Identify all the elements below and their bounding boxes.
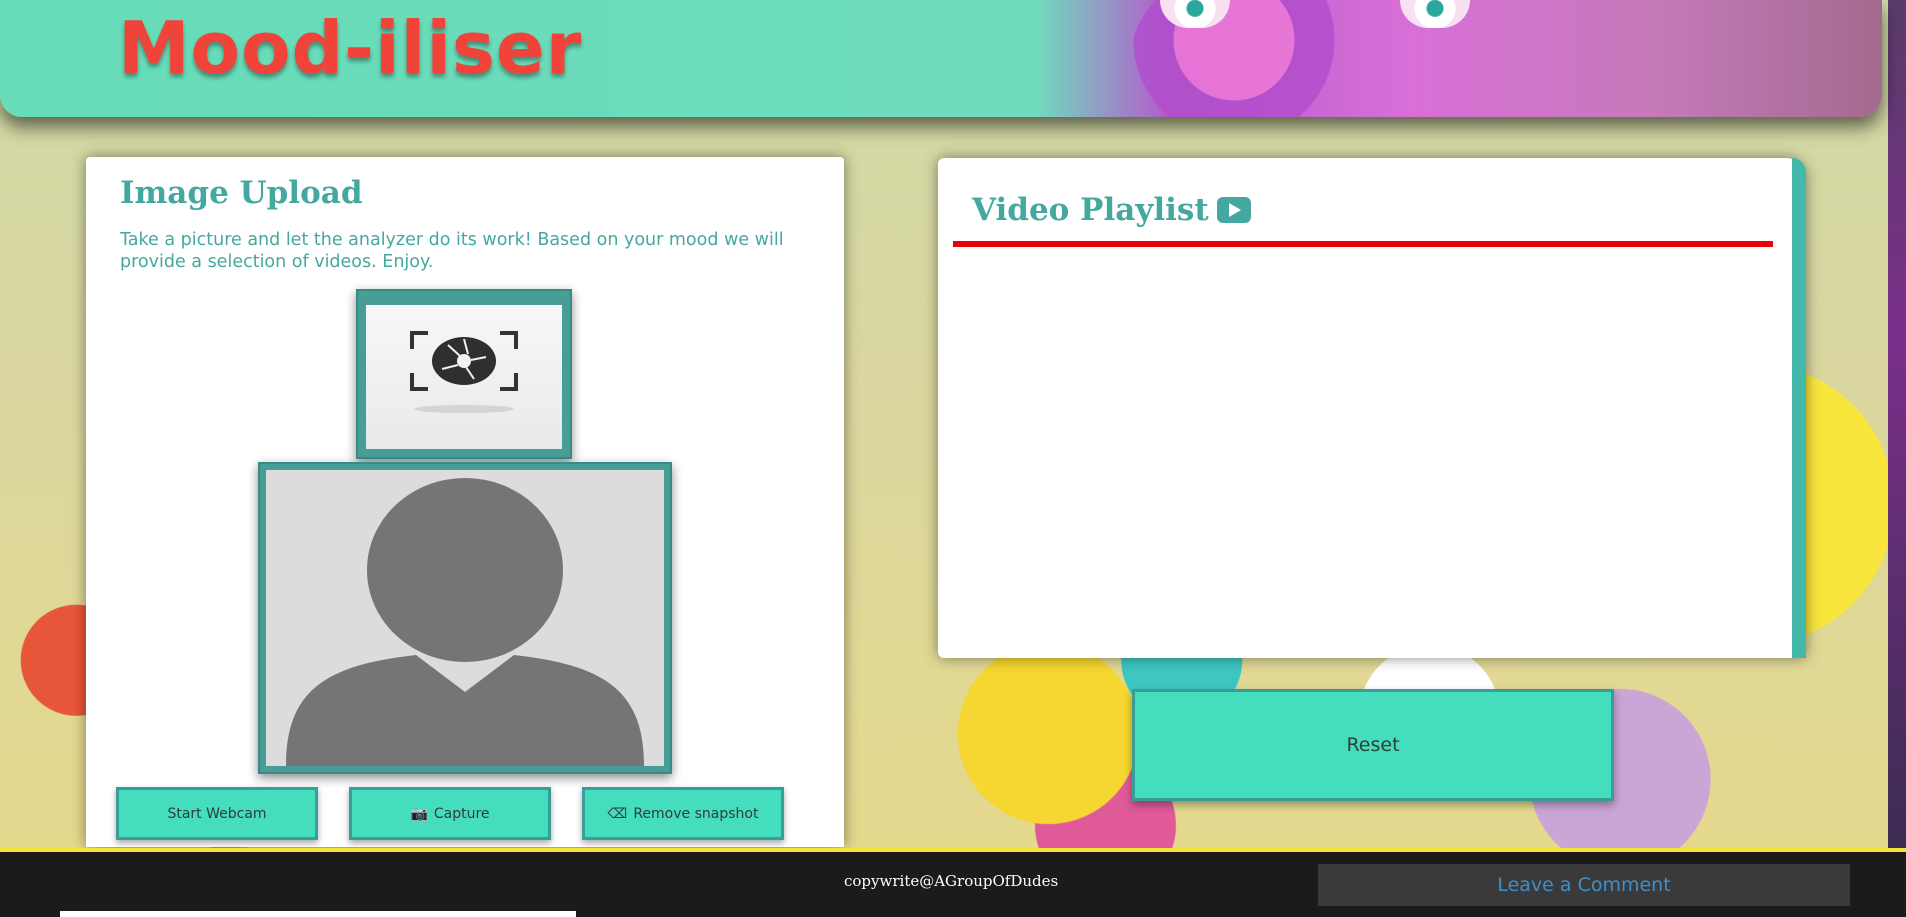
- leave-comment-button[interactable]: Leave a Comment: [1318, 864, 1850, 906]
- site-title: Mood-iliser: [118, 6, 583, 90]
- background-edge: [1888, 0, 1906, 848]
- camera-icon: 📷: [410, 805, 428, 822]
- copyright-text: copywrite@AGroupOfDudes: [844, 872, 1059, 890]
- playlist-divider: [953, 241, 1773, 247]
- playlist-scrollbar[interactable]: [1792, 158, 1806, 658]
- capture-button[interactable]: 📷 Capture: [349, 787, 551, 840]
- site-header: Mood-iliser: [0, 0, 1882, 117]
- reset-label: Reset: [1346, 734, 1400, 756]
- reset-button[interactable]: Reset: [1132, 689, 1614, 801]
- video-playlist-title: Video Playlist: [972, 192, 1209, 228]
- person-silhouette-icon: [286, 478, 644, 766]
- youtube-icon: [1216, 197, 1251, 223]
- site-footer: copywrite@AGroupOfDudes Leave a Comment: [0, 848, 1906, 917]
- capture-label: Capture: [433, 805, 490, 822]
- start-webcam-label: Start Webcam: [167, 805, 267, 822]
- video-playlist-heading: Video Playlist: [972, 192, 1251, 228]
- avatar-placeholder: [266, 470, 664, 766]
- image-upload-description: Take a picture and let the analyzer do i…: [120, 230, 784, 272]
- footer-input-strip: [60, 911, 576, 917]
- webcam-preview-frame: [258, 462, 672, 774]
- image-upload-card: Image Upload Take a picture and let the …: [86, 157, 844, 847]
- camera-shutter-icon: [410, 331, 518, 413]
- image-upload-title: Image Upload: [120, 175, 363, 211]
- snapshot-frame: [356, 289, 572, 459]
- start-webcam-button[interactable]: Start Webcam: [116, 787, 318, 840]
- snapshot-placeholder: [366, 305, 562, 449]
- header-eye-art: [1400, 0, 1470, 28]
- leave-comment-label: Leave a Comment: [1497, 874, 1671, 896]
- remove-snapshot-label: Remove snapshot: [633, 805, 759, 822]
- remove-snapshot-button[interactable]: ⌫ Remove snapshot: [582, 787, 784, 840]
- playlist-container: [953, 258, 1773, 638]
- video-playlist-card: Video Playlist: [938, 158, 1806, 658]
- eraser-icon: ⌫: [607, 805, 628, 822]
